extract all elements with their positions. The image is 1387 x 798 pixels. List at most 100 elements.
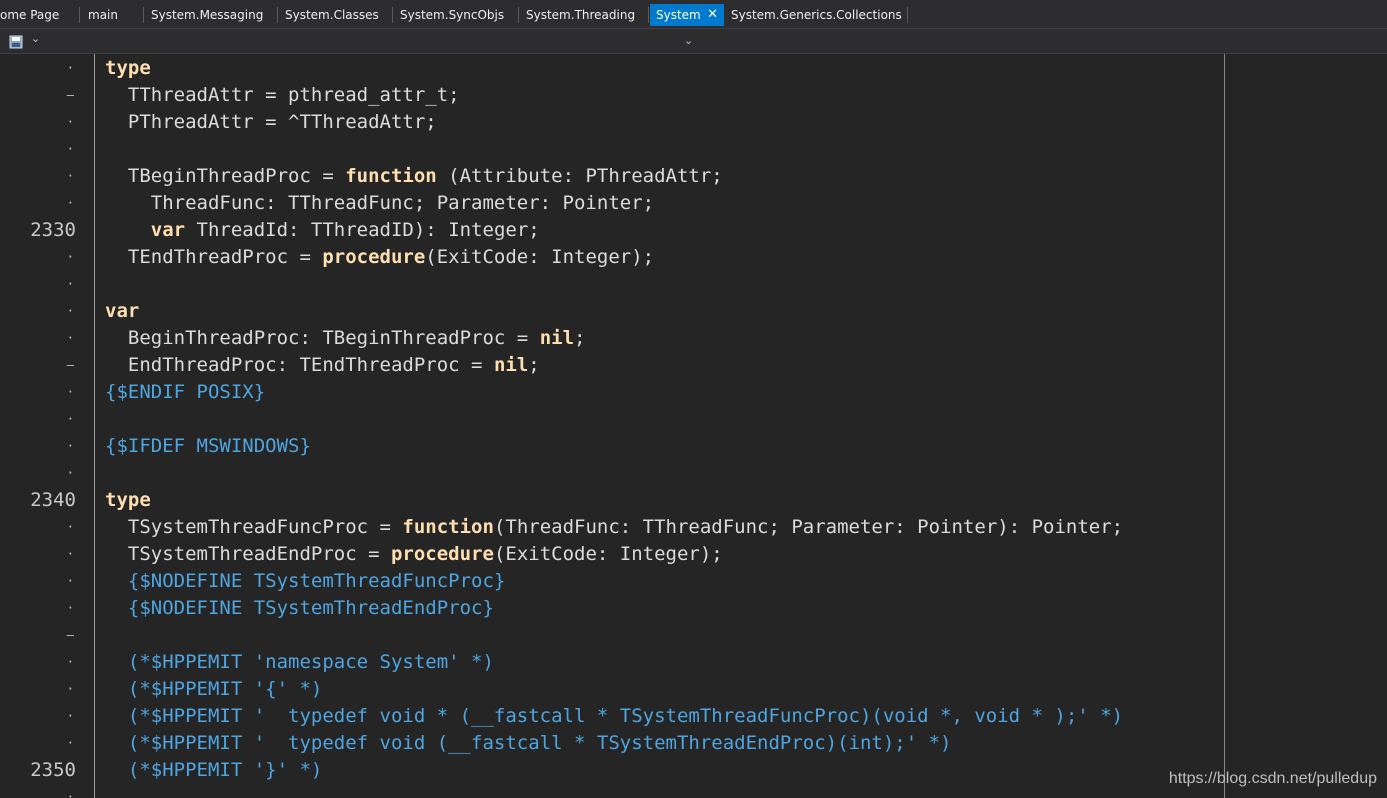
code-editor[interactable]: · – · · · · 2330 · · · · – · · · · 2340 · · · · – · · · · 2350 · ty…: [0, 54, 1387, 798]
line-marker: ·: [66, 655, 74, 669]
code-text: (ExitCode: Integer);: [425, 246, 655, 268]
tab-main[interactable]: main: [82, 4, 144, 26]
tab-label: System.Messaging: [151, 8, 264, 22]
code-text: BeginThreadProc: TBeginThreadProc =: [105, 327, 540, 349]
editor-toolbar: ⌄ ⌄: [0, 29, 1387, 54]
compiler-directive: {$ENDIF POSIX}: [105, 381, 266, 403]
chevron-down-icon[interactable]: ⌄: [684, 34, 693, 47]
close-icon[interactable]: ✕: [707, 4, 718, 26]
compiler-directive: {$IFDEF MSWINDOWS}: [105, 435, 311, 457]
line-number-gutter: · – · · · · 2330 · · · · – · · · · 2340 · · · · – · · · · 2350 ·: [0, 55, 80, 798]
code-line: BeginThreadProc: TBeginThreadProc = nil;: [105, 325, 1123, 352]
code-text: TSystemThreadEndProc =: [105, 543, 391, 565]
tab-system-threading[interactable]: System.Threading: [520, 4, 649, 26]
line-marker: ·: [66, 790, 74, 798]
code-line: (*$HPPEMIT '{' *): [105, 676, 1123, 703]
tab-system[interactable]: System ✕: [650, 4, 724, 26]
code-line: var ThreadId: TThreadID): Integer;: [105, 217, 1123, 244]
fold-marker[interactable]: –: [0, 352, 80, 379]
compiler-directive: (*$HPPEMIT ' typedef void (__fastcall * …: [105, 732, 952, 754]
keyword: nil: [539, 327, 575, 349]
fold-marker[interactable]: –: [0, 82, 80, 109]
compiler-directive: (*$HPPEMIT ' typedef void * (__fastcall …: [105, 705, 1124, 727]
line-marker: ·: [66, 601, 74, 615]
code-line: TSystemThreadFuncProc = function(ThreadF…: [105, 514, 1123, 541]
code-line: (*$HPPEMIT 'namespace System' *): [105, 649, 1123, 676]
keyword: type: [105, 57, 151, 79]
code-line: {$NODEFINE TSystemThreadEndProc}: [105, 595, 1123, 622]
tab-label: System.SyncObjs: [400, 8, 505, 22]
code-text: (ExitCode: Integer);: [493, 543, 723, 565]
code-text: TSystemThreadFuncProc =: [105, 516, 403, 538]
tab-label: main: [88, 8, 118, 22]
tab-home-page[interactable]: ome Page: [0, 4, 80, 26]
compiler-directive: (*$HPPEMIT 'namespace System' *): [105, 651, 494, 673]
line-marker: ·: [66, 169, 74, 183]
line-number: 2330: [30, 219, 76, 241]
line-marker: ·: [66, 574, 74, 588]
line-marker: ·: [66, 304, 74, 318]
code-text: TBeginThreadProc =: [105, 165, 346, 187]
code-text: TThreadAttr = pthread_attr_t;: [105, 84, 460, 106]
tab-label: ome Page: [0, 8, 60, 22]
chevron-down-icon[interactable]: ⌄: [31, 32, 40, 45]
line-marker: ·: [66, 439, 74, 453]
code-line: var: [105, 298, 1123, 325]
code-text: EndThreadProc: TEndThreadProc =: [105, 354, 494, 376]
line-number: 2350: [30, 759, 76, 781]
code-text: ;: [574, 327, 586, 349]
tab-label: System.Generics.Collections: [731, 8, 902, 22]
code-line: {$IFDEF MSWINDOWS}: [105, 433, 1123, 460]
code-area[interactable]: type TThreadAttr = pthread_attr_t; PThre…: [105, 55, 1123, 798]
line-marker: ·: [66, 250, 74, 264]
keyword: var: [150, 219, 186, 241]
code-text: ThreadId: TThreadID): Integer;: [185, 219, 540, 241]
tab-bar: ome Page main System.Messaging System.Cl…: [0, 0, 1387, 29]
line-marker: ·: [66, 115, 74, 129]
tab-system-classes[interactable]: System.Classes: [279, 4, 393, 26]
keyword: function: [402, 516, 494, 538]
tab-label: System.Threading: [526, 8, 636, 22]
code-line: TBeginThreadProc = function (Attribute: …: [105, 163, 1123, 190]
code-line: TThreadAttr = pthread_attr_t;: [105, 82, 1123, 109]
code-line: EndThreadProc: TEndThreadProc = nil;: [105, 352, 1123, 379]
code-line: TEndThreadProc = procedure(ExitCode: Int…: [105, 244, 1123, 271]
tab-system-syncobjs[interactable]: System.SyncObjs: [394, 4, 519, 26]
code-text: ;: [528, 354, 540, 376]
line-marker: ·: [66, 331, 74, 345]
code-text: (Attribute: PThreadAttr;: [436, 165, 723, 187]
line-marker: ·: [66, 547, 74, 561]
line-marker: ·: [66, 385, 74, 399]
code-text: ThreadFunc: TThreadFunc; Parameter: Poin…: [105, 192, 655, 214]
keyword: nil: [493, 354, 529, 376]
code-text: TEndThreadProc =: [105, 246, 323, 268]
gutter-divider: [94, 54, 95, 798]
line-marker: ·: [66, 682, 74, 696]
watermark: https://blog.csdn.net/pulledup: [1168, 770, 1377, 787]
line-marker: ·: [66, 412, 74, 426]
line-marker: ·: [66, 142, 74, 156]
compiler-directive: (*$HPPEMIT '{' *): [105, 678, 323, 700]
line-marker: ·: [66, 196, 74, 210]
tab-system-generics-collections[interactable]: System.Generics.Collections: [725, 4, 908, 26]
code-line: ThreadFunc: TThreadFunc; Parameter: Poin…: [105, 190, 1123, 217]
tab-system-messaging[interactable]: System.Messaging: [145, 4, 278, 26]
keyword: var: [105, 300, 140, 322]
right-margin-line: [1224, 54, 1225, 798]
line-number: 2340: [30, 489, 76, 511]
save-icon[interactable]: [9, 34, 23, 49]
line-marker: ·: [66, 466, 74, 480]
code-line: type: [105, 487, 1123, 514]
compiler-directive: (*$HPPEMIT '}' *): [105, 759, 323, 781]
line-marker: ·: [66, 736, 74, 750]
tab-label: System: [656, 8, 701, 22]
code-text: PThreadAttr = ^TThreadAttr;: [105, 111, 437, 133]
code-line: PThreadAttr = ^TThreadAttr;: [105, 109, 1123, 136]
fold-marker[interactable]: –: [0, 622, 80, 649]
